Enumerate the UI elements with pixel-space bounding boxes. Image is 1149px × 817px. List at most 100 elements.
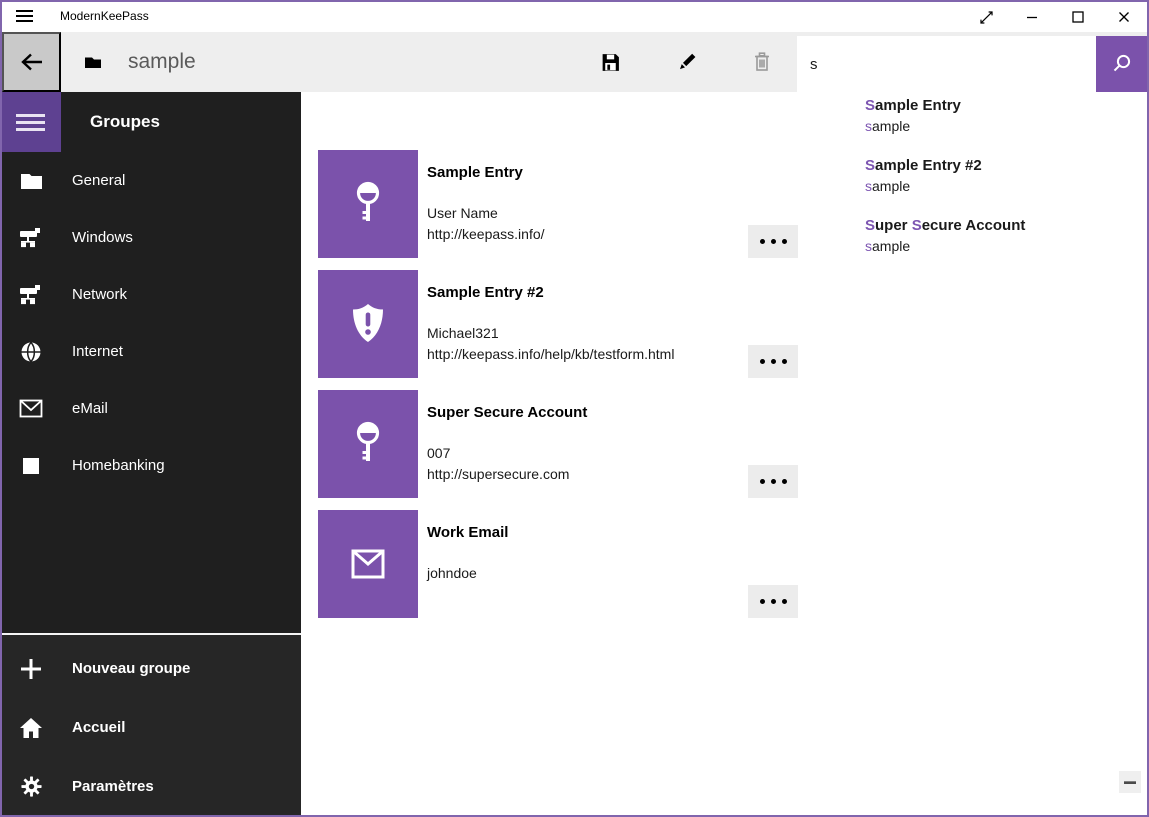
save-button[interactable] [586, 32, 634, 92]
sidebar-item-homebanking[interactable]: Homebanking [0, 437, 301, 494]
key-icon [344, 418, 392, 470]
sidebar-item-label: eMail [72, 400, 108, 417]
suggestion-item[interactable]: Super Secure Account sample [865, 216, 1135, 276]
maximize-button[interactable] [1055, 2, 1101, 32]
mail-icon [19, 397, 43, 421]
entry-url: http://supersecure.com [427, 466, 569, 482]
globe-icon [19, 340, 43, 364]
app-title: ModernKeePass [60, 0, 149, 32]
suggestion-title: Sample Entry #2 [865, 156, 1135, 176]
edit-pencil-icon [676, 51, 698, 73]
suggestion-subtitle: sample [865, 176, 1135, 196]
entry-title: Sample Entry [427, 164, 523, 181]
minus-icon [1124, 781, 1136, 784]
shield-alert-icon [344, 300, 392, 348]
sidebar-item-internet[interactable]: Internet [0, 323, 301, 380]
pane-toggle-button[interactable] [0, 92, 61, 152]
suggestion-subtitle: sample [865, 236, 1135, 256]
titlebar: ModernKeePass [0, 0, 1149, 32]
entry-title: Work Email [427, 524, 508, 541]
ellipsis-icon [760, 479, 765, 484]
sidebar-item-network[interactable]: Network [0, 266, 301, 323]
entry-username: 007 [427, 445, 450, 461]
expand-diagonal-icon [978, 9, 995, 26]
groups-list: General Windows Network [0, 152, 301, 494]
minimize-button[interactable] [1009, 2, 1055, 32]
sidebar-item-general[interactable]: General [0, 152, 301, 209]
home-icon [19, 716, 43, 740]
fullscreen-button[interactable] [963, 2, 1009, 32]
sidebar-item-windows[interactable]: Windows [0, 209, 301, 266]
sidebar-item-label: Nouveau groupe [72, 660, 190, 677]
blank-square-icon [19, 454, 43, 478]
sidebar-item-label: Windows [72, 229, 133, 246]
groups-header: Groupes [90, 92, 160, 152]
minimize-icon [1024, 9, 1040, 25]
sidebar-item-settings[interactable]: Paramètres [0, 757, 301, 816]
entry-tile [318, 510, 418, 618]
sidebar-item-label: Internet [72, 343, 123, 360]
sidebar-item-new-group[interactable]: Nouveau groupe [0, 639, 301, 698]
sidebar-item-home[interactable]: Accueil [0, 698, 301, 757]
entry-username: johndoe [427, 565, 477, 581]
entry-row[interactable]: Super Secure Account 007 http://supersec… [318, 390, 798, 498]
gear-icon [19, 775, 43, 799]
database-icon [84, 32, 102, 92]
entry-url: http://keepass.info/help/kb/testform.htm… [427, 346, 674, 362]
sidebar-footer: Nouveau groupe Accueil [0, 635, 301, 817]
sidebar-item-label: Paramètres [72, 778, 154, 795]
entry-list: Sample Entry User Name http://keepass.in… [318, 150, 798, 630]
back-button[interactable] [2, 32, 61, 92]
titlebar-hamburger-icon [16, 10, 33, 22]
more-button[interactable] [748, 585, 798, 618]
sidebar-item-email[interactable]: eMail [0, 380, 301, 437]
window-controls [963, 2, 1147, 32]
maximize-icon [1070, 9, 1086, 25]
search-button[interactable] [1096, 36, 1147, 92]
search-suggestions: Sample Entry sample Sample Entry #2 samp… [865, 96, 1135, 276]
suggestion-item[interactable]: Sample Entry #2 sample [865, 156, 1135, 216]
ellipsis-icon [760, 359, 765, 364]
entry-username: User Name [427, 205, 498, 221]
search-input[interactable] [797, 36, 1096, 92]
mail-icon [344, 544, 392, 584]
database-name: sample [128, 32, 196, 92]
close-icon [1116, 9, 1132, 25]
delete-button[interactable] [738, 32, 786, 92]
save-icon [600, 52, 621, 73]
search-icon [1110, 52, 1134, 76]
entry-tile [318, 150, 418, 258]
entry-tile [318, 270, 418, 378]
entry-username: Michael321 [427, 325, 499, 341]
hamburger-icon [16, 110, 45, 135]
close-button[interactable] [1101, 2, 1147, 32]
suggestion-subtitle: sample [865, 116, 1135, 136]
sidebar: Groupes General Windows [0, 92, 301, 817]
entry-row[interactable]: Work Email johndoe [318, 510, 798, 618]
plus-icon [19, 657, 43, 681]
ellipsis-icon [760, 239, 765, 244]
entry-row[interactable]: Sample Entry #2 Michael321 http://keepas… [318, 270, 798, 378]
entry-tile [318, 390, 418, 498]
suggestion-title: Sample Entry [865, 96, 1135, 116]
delete-trash-icon [751, 51, 773, 73]
entry-url: http://keepass.info/ [427, 226, 545, 242]
entry-title: Sample Entry #2 [427, 284, 544, 301]
more-button[interactable] [748, 345, 798, 378]
suggestion-title: Super Secure Account [865, 216, 1135, 236]
suggestion-item[interactable]: Sample Entry sample [865, 96, 1135, 156]
more-button[interactable] [748, 225, 798, 258]
sidebar-item-label: Homebanking [72, 457, 165, 474]
sidebar-item-label: General [72, 172, 125, 189]
key-icon [344, 178, 392, 230]
back-arrow-icon [18, 49, 46, 75]
network-icon [19, 226, 43, 250]
zoom-out-button[interactable] [1119, 771, 1141, 793]
sidebar-item-label: Network [72, 286, 127, 303]
network-icon [19, 283, 43, 307]
ellipsis-icon [760, 599, 765, 604]
edit-button[interactable] [663, 32, 711, 92]
folder-icon [19, 169, 43, 193]
more-button[interactable] [748, 465, 798, 498]
entry-row[interactable]: Sample Entry User Name http://keepass.in… [318, 150, 798, 258]
